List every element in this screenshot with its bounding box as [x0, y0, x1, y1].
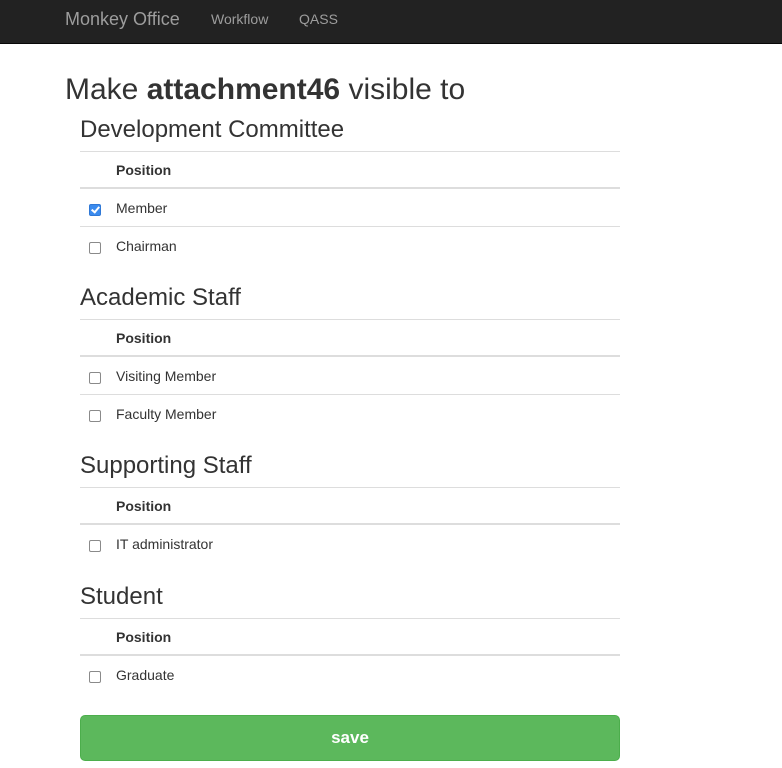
position-label: Visiting Member	[116, 355, 620, 395]
attachment-name: attachment46	[146, 73, 341, 106]
position-label: Graduate	[116, 654, 620, 693]
table-row: Member	[80, 187, 620, 227]
group-heading: Development Committee	[80, 116, 345, 143]
group-heading: Student	[80, 583, 163, 610]
checkbox[interactable]	[89, 409, 101, 422]
table-row: Faculty Member	[80, 394, 620, 432]
table-row: Chairman	[80, 226, 620, 264]
position-column-header: Position	[116, 319, 620, 357]
group-heading: Academic Staff	[80, 284, 241, 311]
page-title: Make attachment46 visible to	[65, 73, 465, 107]
position-table: Position Graduate	[80, 618, 620, 693]
top-navbar: Monkey Office Workflow QASS	[0, 0, 782, 44]
table-header-row: Position	[80, 487, 620, 525]
checkbox-column-header	[80, 618, 116, 656]
position-label: Faculty Member	[116, 394, 620, 432]
checkbox[interactable]	[89, 539, 101, 552]
nav-link-qass[interactable]: QASS	[299, 11, 338, 27]
position-column-header: Position	[116, 151, 620, 189]
checkbox[interactable]	[89, 203, 101, 216]
checkbox[interactable]	[89, 241, 101, 254]
position-column-header: Position	[116, 487, 620, 525]
checkbox-column-header	[80, 151, 116, 189]
table-row: Visiting Member	[80, 355, 620, 395]
table-header-row: Position	[80, 151, 620, 189]
page-title-prefix: Make	[65, 73, 147, 106]
group-heading: Supporting Staff	[80, 452, 252, 479]
group-supporting-staff: Supporting Staff Position IT administrat…	[80, 453, 620, 562]
group-development-committee: Development Committee Position Member Ch…	[80, 117, 620, 264]
checkbox[interactable]	[89, 670, 101, 683]
position-label: Member	[116, 187, 620, 227]
position-column-header: Position	[116, 618, 620, 656]
table-row: Graduate	[80, 654, 620, 693]
group-academic-staff: Academic Staff Position Visiting Member …	[80, 285, 620, 432]
group-student: Student Position Graduate	[80, 584, 620, 693]
nav-link-workflow[interactable]: Workflow	[211, 11, 268, 27]
checkbox[interactable]	[89, 371, 101, 384]
position-table: Position IT administrator	[80, 487, 620, 562]
position-label: IT administrator	[116, 523, 620, 562]
position-table: Position Visiting Member Faculty Member	[80, 319, 620, 432]
save-button[interactable]: save	[80, 715, 620, 761]
table-header-row: Position	[80, 319, 620, 357]
brand-link[interactable]: Monkey Office	[65, 9, 180, 29]
checkbox-column-header	[80, 319, 116, 357]
position-label: Chairman	[116, 226, 620, 264]
position-table: Position Member Chairman	[80, 151, 620, 264]
page-title-suffix: visible to	[340, 73, 466, 106]
checkbox-column-header	[80, 487, 116, 525]
table-row: IT administrator	[80, 523, 620, 562]
table-header-row: Position	[80, 618, 620, 656]
